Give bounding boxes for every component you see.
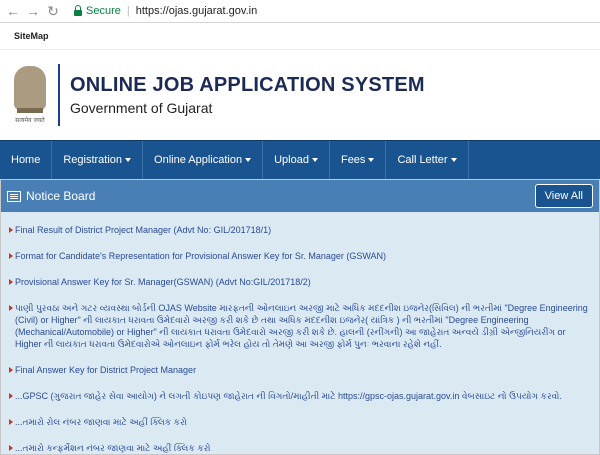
caret-down-icon <box>245 158 252 162</box>
main-navbar: Home Registration Online Application Upl… <box>0 140 600 179</box>
notice-board: Notice Board View All Final Result of Di… <box>0 179 600 455</box>
notice-item[interactable]: ...તમારો રોલ નંબર જાણવા માટે અહીં ક્લિક … <box>9 416 591 428</box>
bullet-arrow-icon <box>9 419 13 425</box>
bullet-arrow-icon <box>9 393 13 399</box>
bullet-arrow-icon <box>9 227 13 233</box>
secure-label: Secure <box>86 5 121 17</box>
emblem-base <box>17 108 43 113</box>
notice-item[interactable]: Format for Candidate's Representation fo… <box>9 250 591 262</box>
browser-address-bar: ← → ↻ Secure | https://ojas.gujarat.gov.… <box>0 0 600 23</box>
site-subtitle: Government of Gujarat <box>70 100 213 116</box>
browser-nav-buttons: ← → ↻ <box>0 3 66 20</box>
emblem-logo[interactable]: सत्यमेव जयते <box>8 64 52 126</box>
lion-capital-icon <box>14 66 46 110</box>
notice-item[interactable]: Final Answer Key for District Project Ma… <box>9 364 591 376</box>
forward-icon[interactable]: → <box>26 3 40 20</box>
nav-online-application[interactable]: Online Application <box>143 141 264 179</box>
notice-board-header: Notice Board View All <box>1 180 599 212</box>
notice-item[interactable]: Provisional Answer Key for Sr. Manager(G… <box>9 276 591 288</box>
site-header: सत्यमेव जयते ONLINE JOB APPLICATION SYST… <box>0 49 600 140</box>
nav-fees[interactable]: Fees <box>330 141 387 179</box>
back-icon[interactable]: ← <box>6 3 20 20</box>
notice-item[interactable]: પાણી પુરવઠા અને ગટર વ્યવસ્થા બોર્ડની OJA… <box>9 302 591 350</box>
bullet-arrow-icon <box>9 445 13 451</box>
view-all-button[interactable]: View All <box>534 184 593 208</box>
header-divider <box>58 64 60 126</box>
bullet-arrow-icon <box>9 305 13 311</box>
sitemap-link[interactable]: SiteMap <box>14 31 49 41</box>
nav-home[interactable]: Home <box>0 141 53 179</box>
emblem-motto: सत्यमेव जयते <box>15 117 45 124</box>
notice-board-icon <box>7 190 21 202</box>
bullet-arrow-icon <box>9 279 13 285</box>
caret-down-icon <box>450 158 457 162</box>
nav-registration[interactable]: Registration <box>52 141 144 179</box>
top-utility-bar: SiteMap <box>0 23 600 49</box>
site-title: ONLINE JOB APPLICATION SYSTEM <box>70 74 425 96</box>
url-field[interactable]: https://ojas.gujarat.gov.in <box>136 5 257 17</box>
bullet-arrow-icon <box>9 367 13 373</box>
address-divider: | <box>126 5 130 17</box>
lock-icon <box>74 4 82 16</box>
reload-icon[interactable]: ↻ <box>46 3 60 20</box>
notice-board-title: Notice Board <box>7 189 95 203</box>
caret-down-icon <box>311 158 318 162</box>
header-titles: ONLINE JOB APPLICATION SYSTEM Government… <box>70 74 425 116</box>
notice-item[interactable]: ...GPSC (ગુજરાત જાહેર સેવા આયોગ) ને લગતી… <box>9 390 591 402</box>
caret-down-icon <box>368 158 375 162</box>
notice-list: Final Result of District Project Manager… <box>1 212 599 454</box>
caret-down-icon <box>125 158 132 162</box>
notice-item[interactable]: Final Result of District Project Manager… <box>9 224 591 236</box>
bullet-arrow-icon <box>9 253 13 259</box>
nav-call-letter[interactable]: Call Letter <box>386 141 469 179</box>
notice-item[interactable]: ...તમારો કન્ફર્મેશન નંબર જાણવા માટે અહીં… <box>9 442 591 454</box>
nav-upload[interactable]: Upload <box>263 141 330 179</box>
secure-indicator[interactable]: Secure <box>66 4 121 17</box>
